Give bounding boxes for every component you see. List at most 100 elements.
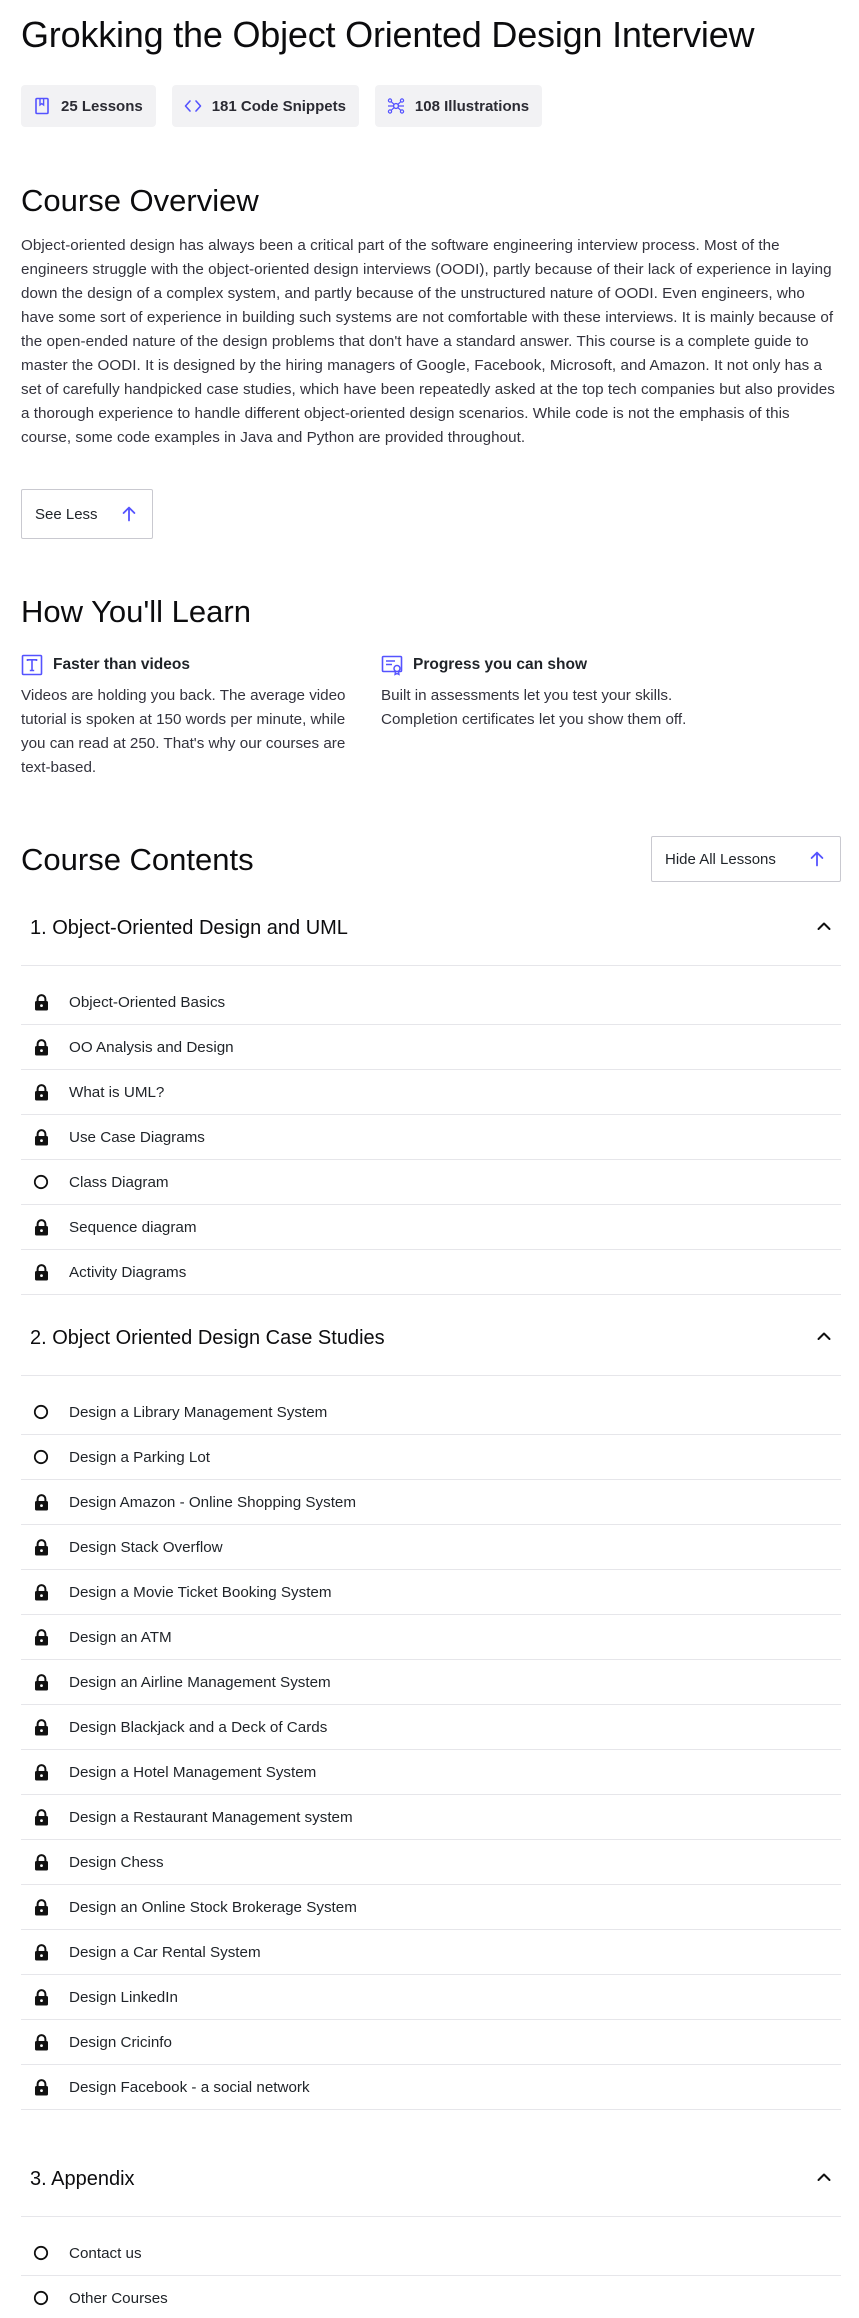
- lesson-item[interactable]: Object-Oriented Basics: [21, 980, 841, 1025]
- learn-item-title: Progress you can show: [413, 656, 587, 673]
- lesson-item[interactable]: Design a Parking Lot: [21, 1435, 841, 1480]
- lesson-item[interactable]: Class Diagram: [21, 1160, 841, 1205]
- lesson-label: Design LinkedIn: [69, 1988, 178, 2006]
- learn-item-faster: Faster than videos Videos are holding yo…: [21, 652, 361, 780]
- lesson-item[interactable]: What is UML?: [21, 1070, 841, 1115]
- learn-item-title: Faster than videos: [53, 656, 190, 673]
- lesson-label: What is UML?: [69, 1083, 165, 1101]
- lesson-item[interactable]: Design an Airline Management System: [21, 1660, 841, 1705]
- hide-all-lessons-button[interactable]: Hide All Lessons: [651, 836, 841, 882]
- lesson-list: Contact us Other Courses: [21, 2231, 841, 2318]
- lock-icon: [33, 2078, 49, 2096]
- see-less-label: See Less: [35, 505, 98, 523]
- lesson-list: Object-Oriented Basics OO Analysis and De…: [21, 980, 841, 1295]
- lesson-label: Design Stack Overflow: [69, 1538, 223, 1556]
- lock-icon: [33, 1898, 49, 1916]
- see-less-button[interactable]: See Less: [21, 489, 153, 539]
- lesson-label: Design an Online Stock Brokerage System: [69, 1898, 357, 1916]
- lesson-item[interactable]: Design an Online Stock Brokerage System: [21, 1885, 841, 1930]
- lock-icon: [33, 1718, 49, 1736]
- lesson-label: Activity Diagrams: [69, 1263, 187, 1281]
- lesson-label: Design an ATM: [69, 1628, 172, 1646]
- arrow-up-icon: [122, 506, 136, 522]
- lesson-item[interactable]: Design a Hotel Management System: [21, 1750, 841, 1795]
- contents-heading: Course Contents: [21, 842, 254, 877]
- lesson-label: Design a Parking Lot: [69, 1448, 210, 1466]
- lock-icon: [33, 1538, 49, 1556]
- lesson-item[interactable]: Design a Library Management System: [21, 1390, 841, 1435]
- circle-icon: [33, 1448, 49, 1466]
- lesson-item[interactable]: Design Chess: [21, 1840, 841, 1885]
- lock-icon: [33, 1038, 49, 1056]
- lesson-label: Design Chess: [69, 1853, 164, 1871]
- chevron-up-icon[interactable]: [816, 1328, 832, 1349]
- learn-item-text: Built in assessments let you test your s…: [381, 687, 687, 728]
- circle-icon: [33, 1403, 49, 1421]
- book-icon: [35, 97, 49, 115]
- lesson-label: Design a Hotel Management System: [69, 1763, 317, 1781]
- lesson-item[interactable]: Design Facebook - a social network: [21, 2065, 841, 2110]
- stat-lessons: 25 Lessons: [21, 85, 156, 127]
- lock-icon: [33, 1583, 49, 1601]
- course-section: 2. Object Oriented Design Case Studies De…: [21, 1302, 841, 2110]
- arrow-up-icon: [810, 851, 824, 867]
- section-title: 2. Object Oriented Design Case Studies: [30, 1327, 385, 1349]
- lock-icon: [33, 1943, 49, 1961]
- lock-icon: [33, 1083, 49, 1101]
- lesson-item[interactable]: Design LinkedIn: [21, 1975, 841, 2020]
- lock-icon: [33, 1808, 49, 1826]
- course-section: 3. Appendix Contact us Other Courses: [21, 2143, 841, 2318]
- lock-icon: [33, 993, 49, 1011]
- lesson-item[interactable]: Design a Restaurant Management system: [21, 1795, 841, 1840]
- lesson-item[interactable]: Design Cricinfo: [21, 2020, 841, 2065]
- lesson-item[interactable]: Contact us: [21, 2231, 841, 2276]
- stat-lessons-label: 25 Lessons: [61, 97, 143, 115]
- lesson-label: OO Analysis and Design: [69, 1038, 234, 1056]
- section-header[interactable]: 2. Object Oriented Design Case Studies: [21, 1302, 841, 1376]
- course-section: 1. Object-Oriented Design and UML Object-…: [21, 892, 841, 1295]
- lesson-item[interactable]: Other Courses: [21, 2276, 841, 2318]
- lesson-item[interactable]: Sequence diagram: [21, 1205, 841, 1250]
- stat-illustrations: 108 Illustrations: [374, 85, 543, 127]
- lesson-item[interactable]: Design a Car Rental System: [21, 1930, 841, 1975]
- lesson-label: Design a Car Rental System: [69, 1943, 261, 1961]
- lock-icon: [33, 1673, 49, 1691]
- chevron-up-icon[interactable]: [816, 918, 832, 939]
- lesson-label: Design a Restaurant Management system: [69, 1808, 353, 1826]
- lesson-item[interactable]: Design Stack Overflow: [21, 1525, 841, 1570]
- lock-icon: [33, 1263, 49, 1281]
- lesson-label: Design an Airline Management System: [69, 1673, 331, 1691]
- lesson-label: Sequence diagram: [69, 1218, 197, 1236]
- lesson-item[interactable]: Design Blackjack and a Deck of Cards: [21, 1705, 841, 1750]
- lock-icon: [33, 1128, 49, 1146]
- lesson-label: Design Blackjack and a Deck of Cards: [69, 1718, 328, 1736]
- section-title: 1. Object-Oriented Design and UML: [30, 917, 348, 939]
- lesson-label: Design Facebook - a social network: [69, 2078, 310, 2096]
- chevron-up-icon[interactable]: [816, 2169, 832, 2190]
- text-icon: [21, 654, 43, 676]
- lesson-label: Design a Movie Ticket Booking System: [69, 1583, 332, 1601]
- lock-icon: [33, 1763, 49, 1781]
- circle-icon: [33, 2244, 49, 2262]
- lesson-item[interactable]: Design Amazon - Online Shopping System: [21, 1480, 841, 1525]
- section-header[interactable]: 3. Appendix: [21, 2143, 841, 2217]
- lesson-label: Design Cricinfo: [69, 2033, 172, 2051]
- lesson-label: Use Case Diagrams: [69, 1128, 205, 1146]
- hide-all-lessons-label: Hide All Lessons: [665, 850, 776, 868]
- lock-icon: [33, 1853, 49, 1871]
- section-header[interactable]: 1. Object-Oriented Design and UML: [21, 892, 841, 966]
- lesson-item[interactable]: Use Case Diagrams: [21, 1115, 841, 1160]
- learn-heading: How You'll Learn: [21, 594, 251, 629]
- lesson-item[interactable]: Design an ATM: [21, 1615, 841, 1660]
- lock-icon: [33, 1493, 49, 1511]
- section-title: 3. Appendix: [30, 2168, 135, 2190]
- lesson-item[interactable]: OO Analysis and Design: [21, 1025, 841, 1070]
- lesson-item[interactable]: Activity Diagrams: [21, 1250, 841, 1295]
- lock-icon: [33, 1628, 49, 1646]
- lesson-item[interactable]: Design a Movie Ticket Booking System: [21, 1570, 841, 1615]
- certificate-icon: [381, 655, 403, 676]
- lesson-label: Object-Oriented Basics: [69, 993, 226, 1011]
- circle-icon: [33, 1173, 49, 1191]
- overview-heading: Course Overview: [21, 183, 259, 218]
- lock-icon: [33, 2033, 49, 2051]
